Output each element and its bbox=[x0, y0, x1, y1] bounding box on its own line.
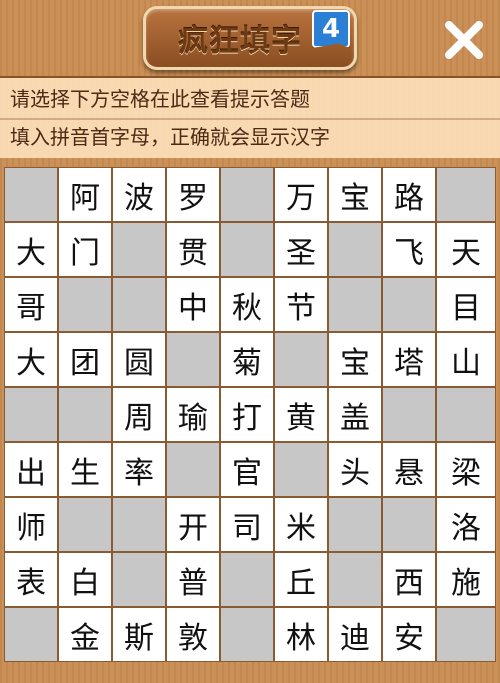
grid-cell[interactable]: 林 bbox=[274, 607, 328, 662]
grid-cell[interactable]: 头 bbox=[328, 442, 382, 497]
grid-cell[interactable]: 秋 bbox=[220, 277, 274, 332]
grid-cell[interactable]: 罗 bbox=[166, 167, 220, 222]
grid-cell[interactable] bbox=[4, 167, 58, 222]
grid-cell[interactable]: 天 bbox=[436, 222, 496, 277]
grid-cell[interactable]: 金 bbox=[58, 607, 112, 662]
grid-cell[interactable]: 打 bbox=[220, 387, 274, 442]
grid-cell[interactable]: 普 bbox=[166, 552, 220, 607]
grid-cell[interactable] bbox=[436, 607, 496, 662]
hint-text-instruction: 填入拼音首字母，正确就会显示汉字 bbox=[10, 125, 330, 149]
grid-cell[interactable]: 安 bbox=[382, 607, 436, 662]
grid-cell[interactable]: 波 bbox=[112, 167, 166, 222]
grid-cell[interactable]: 率 bbox=[112, 442, 166, 497]
grid-cell[interactable]: 团 bbox=[58, 332, 112, 387]
grid-cell[interactable]: 开 bbox=[166, 497, 220, 552]
grid-cell[interactable] bbox=[112, 497, 166, 552]
grid-cell[interactable]: 出 bbox=[4, 442, 58, 497]
grid-cell[interactable] bbox=[382, 277, 436, 332]
grid-cell[interactable]: 节 bbox=[274, 277, 328, 332]
top-bar: 疯狂填字 4 bbox=[0, 0, 500, 74]
grid-cell[interactable] bbox=[4, 607, 58, 662]
grid-cell[interactable]: 悬 bbox=[382, 442, 436, 497]
grid-cell[interactable] bbox=[58, 497, 112, 552]
grid-cell[interactable]: 表 bbox=[4, 552, 58, 607]
grid-cell[interactable]: 菊 bbox=[220, 332, 274, 387]
hint-panel: 请选择下方空格在此查看提示答题 填入拼音首字母，正确就会显示汉字 bbox=[0, 76, 500, 158]
grid-cell[interactable]: 丘 bbox=[274, 552, 328, 607]
grid-cell[interactable]: 梁 bbox=[436, 442, 496, 497]
hint-text-select: 请选择下方空格在此查看提示答题 bbox=[10, 87, 310, 111]
grid-cell[interactable]: 宝 bbox=[328, 332, 382, 387]
grid-cell[interactable] bbox=[166, 332, 220, 387]
grid-cell[interactable]: 斯 bbox=[112, 607, 166, 662]
grid-cell[interactable] bbox=[4, 387, 58, 442]
grid-cell[interactable]: 中 bbox=[166, 277, 220, 332]
grid-cell[interactable] bbox=[58, 387, 112, 442]
grid-cell[interactable]: 塔 bbox=[382, 332, 436, 387]
grid-cell[interactable]: 周 bbox=[112, 387, 166, 442]
grid-cell[interactable] bbox=[382, 497, 436, 552]
grid-cell[interactable]: 哥 bbox=[4, 277, 58, 332]
grid-cell[interactable]: 宝 bbox=[328, 167, 382, 222]
grid-cell[interactable]: 万 bbox=[274, 167, 328, 222]
grid-cell[interactable] bbox=[382, 387, 436, 442]
grid-cell[interactable] bbox=[220, 607, 274, 662]
grid-cell[interactable]: 西 bbox=[382, 552, 436, 607]
grid-cell[interactable]: 洛 bbox=[436, 497, 496, 552]
game-title: 疯狂填字 bbox=[178, 24, 302, 59]
level-badge: 4 bbox=[312, 10, 350, 48]
grid-cell[interactable] bbox=[436, 387, 496, 442]
grid-cell[interactable] bbox=[274, 442, 328, 497]
grid-cell[interactable]: 官 bbox=[220, 442, 274, 497]
close-icon bbox=[445, 21, 483, 59]
grid-cell[interactable]: 门 bbox=[58, 222, 112, 277]
grid-cell[interactable]: 山 bbox=[436, 332, 496, 387]
grid-cell[interactable]: 飞 bbox=[382, 222, 436, 277]
grid-cell[interactable] bbox=[220, 552, 274, 607]
grid-cell[interactable]: 师 bbox=[4, 497, 58, 552]
grid-cell[interactable]: 圣 bbox=[274, 222, 328, 277]
grid-cell[interactable] bbox=[274, 332, 328, 387]
grid-cell[interactable] bbox=[328, 277, 382, 332]
grid-cell[interactable] bbox=[328, 222, 382, 277]
grid-cell[interactable]: 白 bbox=[58, 552, 112, 607]
grid-cell[interactable]: 大 bbox=[4, 332, 58, 387]
grid-cell[interactable]: 贯 bbox=[166, 222, 220, 277]
grid-cell[interactable]: 路 bbox=[382, 167, 436, 222]
grid-cell[interactable]: 迪 bbox=[328, 607, 382, 662]
grid-cell[interactable]: 目 bbox=[436, 277, 496, 332]
grid-cell[interactable]: 瑜 bbox=[166, 387, 220, 442]
crossword-board: 阿波罗万宝路大门贯圣飞天哥中秋节目大团圆菊宝塔山周瑜打黄盖出生率官头悬梁师开司米… bbox=[4, 167, 496, 662]
grid-cell[interactable]: 敦 bbox=[166, 607, 220, 662]
grid-cell[interactable]: 米 bbox=[274, 497, 328, 552]
grid-cell[interactable] bbox=[58, 277, 112, 332]
grid-cell[interactable]: 大 bbox=[4, 222, 58, 277]
grid-cell[interactable]: 黄 bbox=[274, 387, 328, 442]
grid-cell[interactable]: 阿 bbox=[58, 167, 112, 222]
grid-cell[interactable] bbox=[220, 222, 274, 277]
grid-cell[interactable] bbox=[328, 497, 382, 552]
grid-cell[interactable] bbox=[328, 552, 382, 607]
grid-cell[interactable] bbox=[112, 277, 166, 332]
grid-cell[interactable] bbox=[112, 552, 166, 607]
grid-cell[interactable] bbox=[220, 167, 274, 222]
grid-cell[interactable] bbox=[166, 442, 220, 497]
grid-cell[interactable] bbox=[436, 167, 496, 222]
grid-cell[interactable]: 圆 bbox=[112, 332, 166, 387]
grid-cell[interactable]: 施 bbox=[436, 552, 496, 607]
grid-cell[interactable]: 司 bbox=[220, 497, 274, 552]
grid-cell[interactable]: 盖 bbox=[328, 387, 382, 442]
close-button[interactable] bbox=[440, 16, 488, 64]
grid-cell[interactable]: 生 bbox=[58, 442, 112, 497]
grid-cell[interactable] bbox=[112, 222, 166, 277]
